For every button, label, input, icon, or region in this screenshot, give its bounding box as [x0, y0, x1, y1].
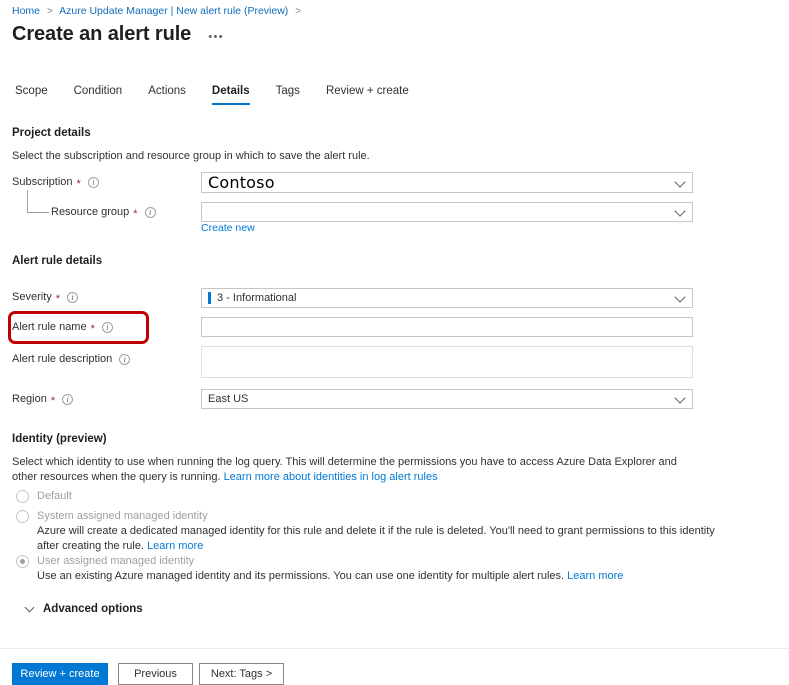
tab-scope[interactable]: Scope [12, 84, 61, 105]
user-assigned-learn-more-link[interactable]: Learn more [567, 570, 623, 582]
page-title: Create an alert rule [12, 23, 192, 45]
alert-rule-name-label: Alert rule name * i [12, 320, 113, 335]
severity-select[interactable]: 3 - Informational [201, 288, 693, 308]
alert-rule-description-textarea[interactable] [201, 346, 693, 378]
region-label: Region * i [12, 392, 74, 407]
alert-rule-name-input[interactable] [201, 317, 693, 337]
footer-divider [0, 648, 789, 649]
alert-rule-details-heading: Alert rule details [12, 255, 103, 267]
identity-option-user-assigned-description-text: Use an existing Azure managed identity a… [37, 570, 568, 582]
tab-review-create[interactable]: Review + create [313, 84, 422, 105]
region-select[interactable]: East US [201, 389, 693, 409]
alert-rule-name-required-asterisk: * [90, 322, 95, 335]
info-icon[interactable]: i [62, 394, 74, 405]
chevron-down-icon [674, 291, 686, 303]
chevron-down-icon [674, 205, 686, 217]
info-icon[interactable]: i [101, 322, 113, 333]
region-required-asterisk: * [50, 394, 56, 407]
identity-option-system-assigned[interactable]: System assigned managed identity [16, 509, 208, 524]
tab-actions[interactable]: Actions [135, 84, 199, 105]
chevron-down-icon [674, 392, 686, 404]
chevron-down-icon [24, 602, 35, 613]
advanced-options-toggle[interactable]: Advanced options [24, 602, 143, 615]
region-label-text: Region [12, 393, 47, 405]
severity-color-indicator [208, 292, 211, 304]
severity-value: 3 - Informational [217, 292, 297, 304]
severity-label: Severity * i [12, 290, 79, 305]
resource-group-required-asterisk: * [133, 207, 138, 220]
resource-group-label: Resource group * i [51, 205, 156, 220]
severity-required-asterisk: * [55, 292, 61, 305]
info-icon[interactable]: i [67, 292, 79, 303]
previous-button[interactable]: Previous [118, 663, 193, 685]
identity-option-user-assigned-label: User assigned managed identity [37, 555, 195, 567]
resource-group-label-text: Resource group [51, 206, 130, 218]
tab-tags[interactable]: Tags [263, 84, 313, 105]
create-new-resource-group-link[interactable]: Create new [201, 221, 255, 235]
alert-rule-description-label: Alert rule description i [12, 352, 131, 367]
project-details-heading: Project details [12, 127, 91, 139]
tab-condition[interactable]: Condition [61, 84, 136, 105]
alert-rule-name-label-text: Alert rule name [12, 321, 87, 333]
subscription-select[interactable]: Contoso [201, 172, 693, 193]
identity-option-default-label: Default [37, 490, 72, 502]
alert-rule-description-label-text: Alert rule description [12, 353, 113, 365]
system-assigned-learn-more-link[interactable]: Learn more [147, 540, 203, 552]
identity-option-user-assigned[interactable]: User assigned managed identity [16, 554, 194, 569]
radio-icon[interactable] [16, 510, 29, 523]
more-options-icon[interactable]: ••• [205, 29, 227, 45]
breadcrumb-separator-trailing: > [295, 6, 302, 17]
identity-option-default[interactable]: Default [16, 489, 72, 504]
breadcrumb-item-home[interactable]: Home [12, 5, 40, 17]
resource-group-select[interactable] [201, 202, 693, 222]
advanced-options-label: Advanced options [43, 603, 143, 615]
region-value: East US [208, 393, 249, 405]
identity-option-user-assigned-description: Use an existing Azure managed identity a… [37, 569, 717, 584]
identity-heading: Identity (preview) [12, 433, 107, 445]
chevron-down-icon [674, 175, 686, 188]
resource-group-tree-connector [27, 190, 49, 213]
subscription-label-text: Subscription [12, 176, 73, 188]
info-icon[interactable]: i [87, 177, 99, 188]
identity-option-system-assigned-description-text: Azure will create a dedicated managed id… [37, 525, 715, 552]
breadcrumb-separator: > [46, 6, 53, 17]
subscription-value: Contoso [208, 173, 275, 192]
project-details-description: Select the subscription and resource gro… [12, 150, 370, 162]
breadcrumb-item-azure-update-manager[interactable]: Azure Update Manager | New alert rule (P… [59, 5, 288, 17]
info-icon[interactable]: i [144, 207, 156, 218]
identity-learn-more-link[interactable]: Learn more about identities in log alert… [224, 471, 438, 483]
identity-description: Select which identity to use when runnin… [12, 455, 702, 485]
review-create-button[interactable]: Review + create [12, 663, 108, 685]
next-tags-button[interactable]: Next: Tags > [199, 663, 284, 685]
breadcrumb: Home > Azure Update Manager | New alert … [12, 4, 305, 19]
tab-details[interactable]: Details [199, 84, 263, 105]
identity-option-system-assigned-description: Azure will create a dedicated managed id… [37, 524, 717, 554]
wizard-tabs: Scope Condition Actions Details Tags Rev… [12, 84, 422, 105]
page-header: Create an alert rule ••• [12, 22, 227, 46]
identity-option-system-assigned-label: System assigned managed identity [37, 510, 208, 522]
subscription-required-asterisk: * [76, 177, 81, 190]
severity-label-text: Severity [12, 291, 52, 303]
info-icon[interactable]: i [119, 354, 131, 365]
radio-icon[interactable] [16, 555, 29, 568]
radio-icon[interactable] [16, 490, 29, 503]
subscription-label: Subscription * i [12, 175, 99, 190]
